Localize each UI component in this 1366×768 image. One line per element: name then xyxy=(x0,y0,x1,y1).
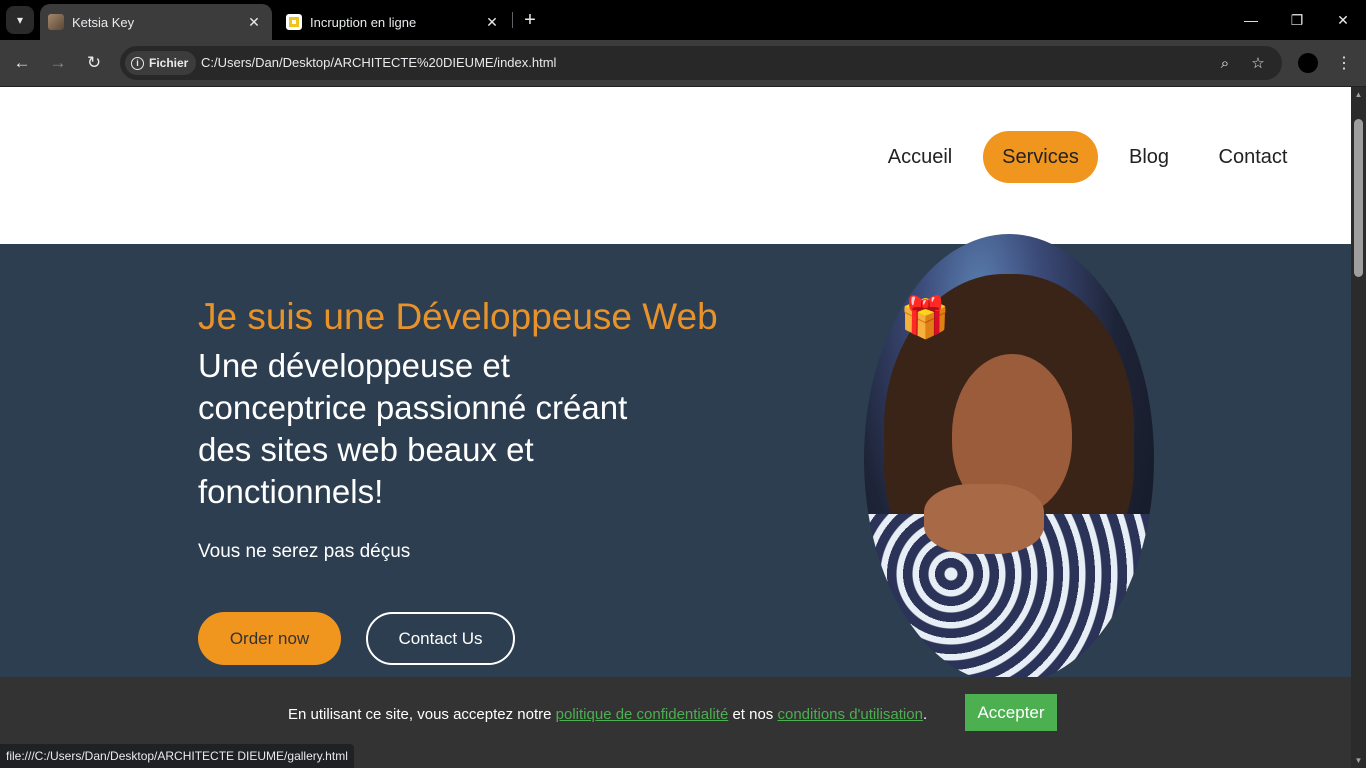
url-text[interactable]: C:/Users/Dan/Desktop/ARCHITECTE%20DIEUME… xyxy=(201,55,556,70)
window-close-icon[interactable]: ✕ xyxy=(1320,0,1366,40)
cookie-text-before: En utilisant ce site, vous acceptez notr… xyxy=(288,706,556,723)
cookie-text-middle: et nos xyxy=(728,706,778,723)
status-url-tooltip: file:///C:/Users/Dan/Desktop/ARCHITECTE … xyxy=(0,744,354,768)
info-icon: i xyxy=(131,56,144,70)
tab-close-icon[interactable]: ✕ xyxy=(482,12,502,32)
scroll-thumb[interactable] xyxy=(1354,119,1363,277)
tab-incruption[interactable]: Incruption en ligne ✕ xyxy=(278,4,510,40)
accept-cookies-button[interactable]: Accepter xyxy=(965,694,1057,731)
contact-us-button[interactable]: Contact Us xyxy=(366,612,515,665)
tab-title: Ketsia Key xyxy=(72,14,135,30)
portrait-hand xyxy=(924,484,1044,554)
nav-accueil[interactable]: Accueil xyxy=(872,131,968,183)
profile-avatar[interactable] xyxy=(1298,53,1318,73)
scroll-down-icon[interactable]: ▼ xyxy=(1351,753,1366,768)
hero-subtitle: Vous ne serez pas déçus xyxy=(198,541,411,562)
nav-contact[interactable]: Contact xyxy=(1203,131,1303,183)
cookie-text-after: . xyxy=(922,706,928,723)
tab-title: Incruption en ligne xyxy=(310,14,417,30)
page-scrollbar[interactable]: ▲ ▼ xyxy=(1351,87,1366,768)
favicon-icon xyxy=(48,14,64,30)
tab-strip: ▾ Ketsia Key ✕ Incruption en ligne ✕ + —… xyxy=(0,0,1366,40)
nav-blog[interactable]: Blog xyxy=(1113,131,1185,183)
nav-services[interactable]: Services xyxy=(983,131,1098,183)
site-header: Accueil Services Blog Contact xyxy=(0,87,1351,244)
scroll-up-icon[interactable]: ▲ xyxy=(1351,87,1366,102)
forward-icon[interactable]: → xyxy=(44,49,72,77)
tab-ketsia-key[interactable]: Ketsia Key ✕ xyxy=(40,4,272,40)
gift-icon: 🎁 xyxy=(900,296,950,340)
address-bar[interactable]: i Fichier C:/Users/Dan/Desktop/ARCHITECT… xyxy=(120,46,1282,80)
favicon-icon xyxy=(286,14,302,30)
tab-separator xyxy=(512,12,513,28)
browser-toolbar: ← → ↻ i Fichier C:/Users/Dan/Desktop/ARC… xyxy=(0,40,1366,86)
new-tab-button[interactable]: + xyxy=(518,8,542,32)
reload-icon[interactable]: ↻ xyxy=(80,49,108,77)
hero-title: Une développeuse et conceptrice passionn… xyxy=(198,347,628,510)
tab-close-icon[interactable]: ✕ xyxy=(244,12,264,32)
terms-link[interactable]: conditions d'utilisation xyxy=(777,706,922,723)
hero-kicker: Je suis une Développeuse Web xyxy=(198,296,718,337)
site-info-chip[interactable]: i Fichier xyxy=(125,51,197,75)
privacy-policy-link[interactable]: politique de confidentialité xyxy=(556,706,729,723)
minimize-icon[interactable]: — xyxy=(1228,0,1274,40)
bookmark-star-icon[interactable]: ☆ xyxy=(1248,53,1268,73)
cookie-text: En utilisant ce site, vous acceptez notr… xyxy=(288,706,927,723)
tab-search-icon[interactable]: ▾ xyxy=(6,6,34,34)
menu-icon[interactable]: ⋮ xyxy=(1334,51,1354,75)
restore-icon[interactable]: ❐ xyxy=(1274,0,1320,40)
order-now-button[interactable]: Order now xyxy=(198,612,341,665)
page-viewport: Accueil Services Blog Contact Je suis un… xyxy=(0,87,1351,768)
zoom-icon[interactable]: ⌕ xyxy=(1215,53,1235,73)
chip-label: Fichier xyxy=(149,56,189,70)
back-icon[interactable]: ← xyxy=(8,49,36,77)
